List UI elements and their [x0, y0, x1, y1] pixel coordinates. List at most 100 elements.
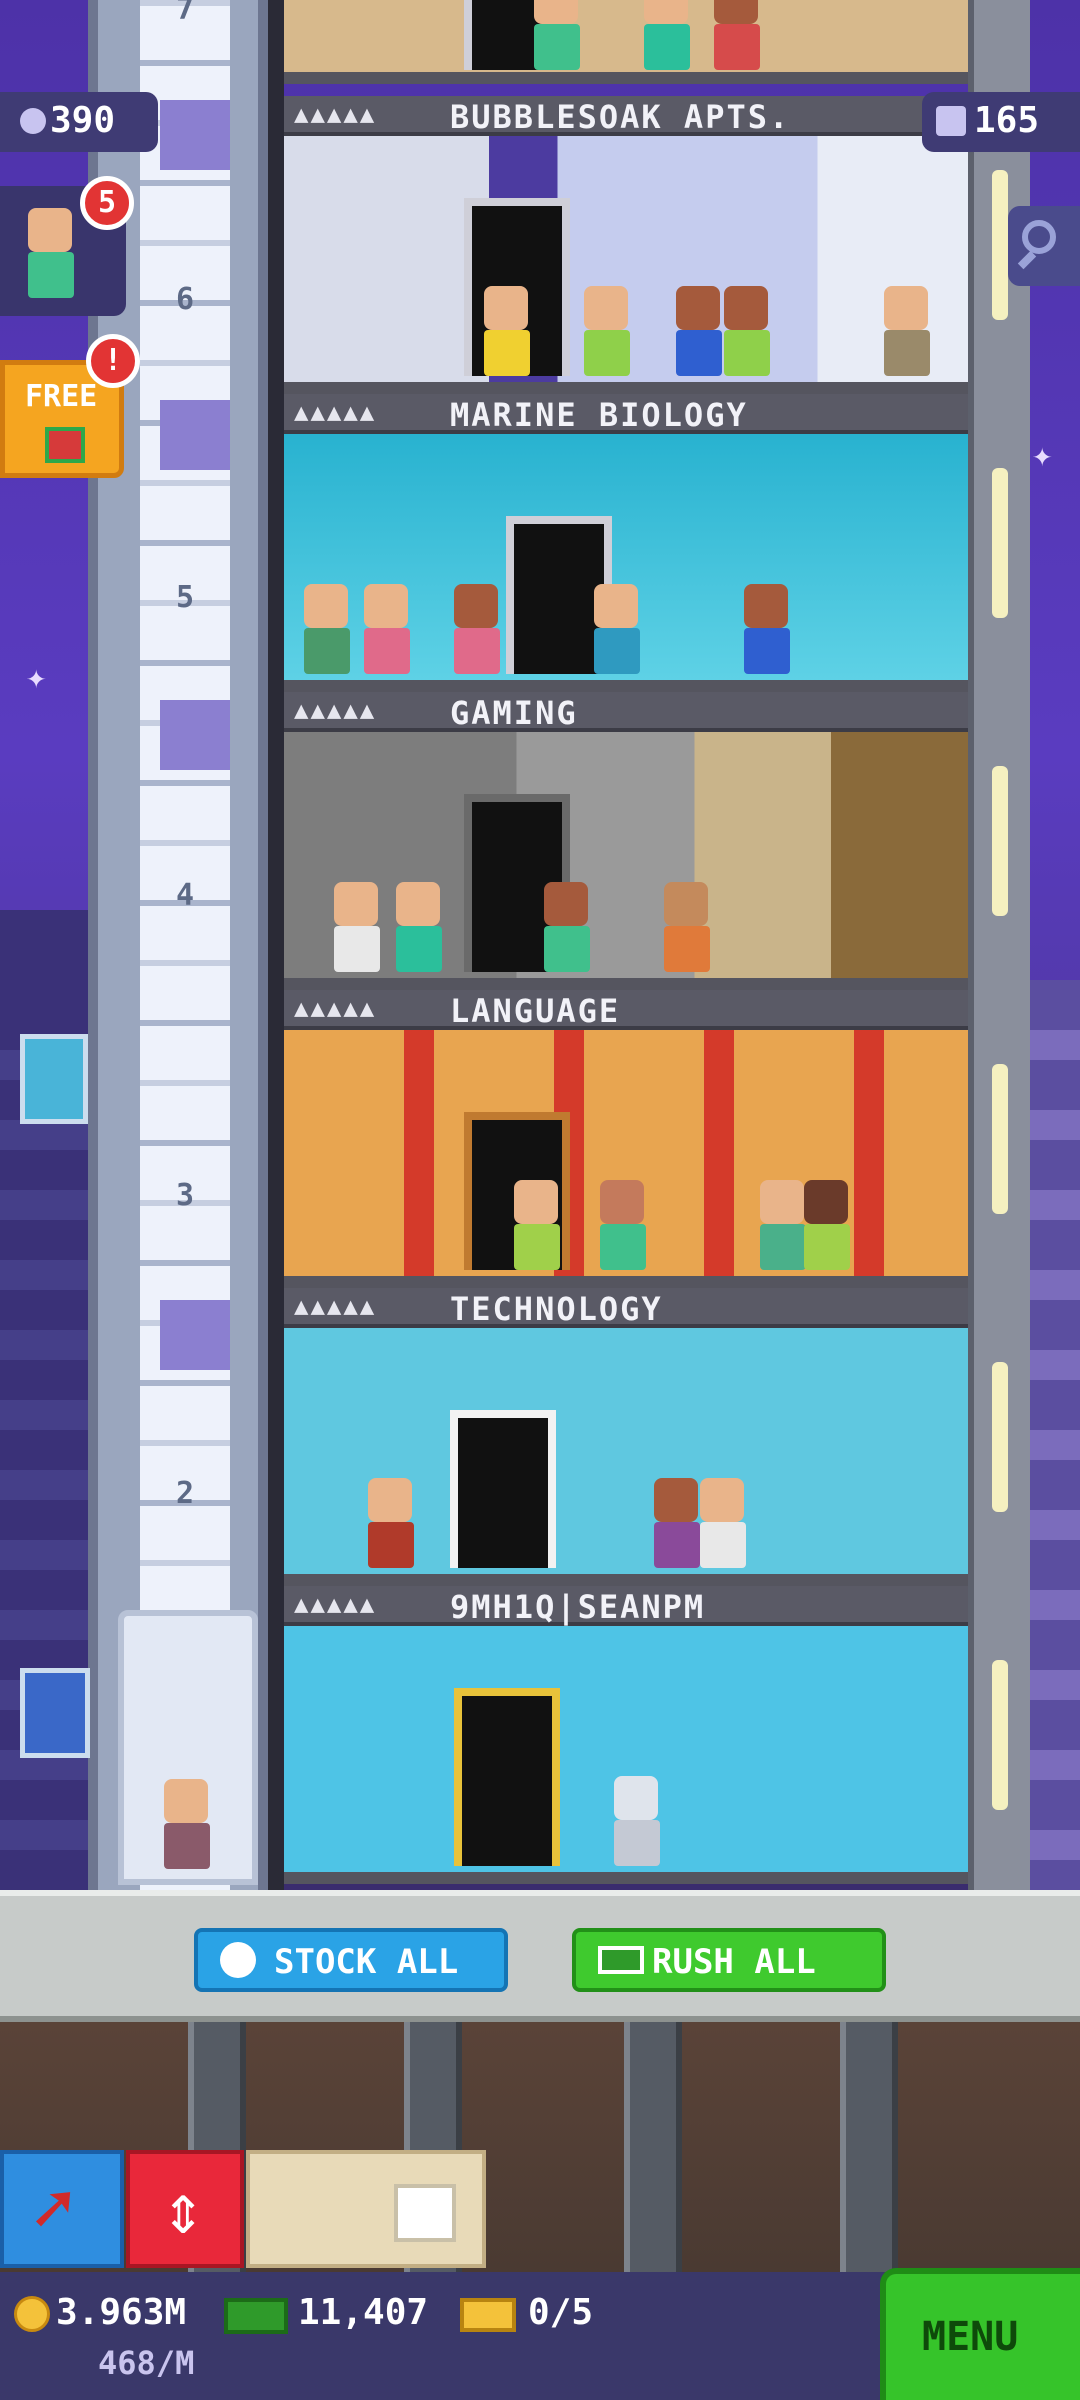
coins-rate: 468/M: [98, 2344, 195, 2382]
ticket-icon: [460, 2298, 516, 2332]
floor-room: [284, 1030, 968, 1280]
population-counter[interactable]: 390: [0, 92, 158, 152]
floor-number: 6: [175, 282, 195, 317]
floor-marine-biology[interactable]: ▲▲▲▲▲ MARINE BIOLOGY: [284, 394, 968, 692]
floor-stars: ▲▲▲▲▲: [294, 100, 377, 128]
floor-lobby[interactable]: ▲▲▲▲▲ 9MH1Q|SEANPM: [284, 1586, 968, 1884]
shaft-panel: [160, 1300, 230, 1370]
move-tool-button[interactable]: ➚: [0, 2150, 124, 2268]
floor-title-bar: ▲▲▲▲▲ MARINE BIOLOGY: [284, 394, 968, 434]
rush-all-button[interactable]: RUSH ALL: [572, 1928, 886, 1992]
floor-name: 9MH1Q|SEANPM: [450, 1588, 706, 1626]
resident[interactable]: [534, 0, 580, 70]
floor-bubblesoak-apts[interactable]: ▲▲▲▲▲ BUBBLESOAK APTS.: [284, 96, 968, 394]
floor-counter[interactable]: 165: [922, 92, 1080, 152]
fries-billboard-icon: [20, 1034, 88, 1124]
resident[interactable]: [584, 286, 630, 376]
resident[interactable]: [544, 882, 590, 972]
wall-light: [992, 766, 1008, 916]
tickets-value: 0/5: [528, 2292, 594, 2333]
floor-7[interactable]: [284, 0, 968, 84]
resident[interactable]: [454, 584, 500, 674]
menu-label: MENU: [922, 2314, 1019, 2360]
basement-pillar: [840, 2022, 898, 2272]
floor-name: LANGUAGE: [450, 992, 621, 1030]
floor-title-bar: ▲▲▲▲▲ 9MH1Q|SEANPM: [284, 1586, 968, 1626]
floor-base: [284, 1574, 968, 1586]
floor-stars: ▲▲▲▲▲: [294, 1590, 377, 1618]
resident[interactable]: [644, 0, 690, 70]
floor-title-bar: ▲▲▲▲▲ BUBBLESOAK APTS.: [284, 96, 968, 136]
search-icon-handle: [1017, 250, 1037, 270]
floor-room: [284, 732, 968, 982]
floor-base: [284, 382, 968, 394]
floor-number: 3: [175, 1178, 195, 1213]
resident[interactable]: [760, 1180, 806, 1270]
floor-number: 4: [175, 878, 195, 913]
floor-language[interactable]: ▲▲▲▲▲ LANGUAGE: [284, 990, 968, 1288]
floor-stars: ▲▲▲▲▲: [294, 696, 377, 724]
floor-base: [284, 1872, 968, 1884]
billboard-screen-icon: [20, 1668, 90, 1758]
coin-icon: [14, 2296, 50, 2332]
resident[interactable]: [884, 286, 930, 376]
resident[interactable]: [364, 584, 410, 674]
floor-name: GAMING: [450, 694, 578, 732]
shaft-panel: [160, 100, 230, 170]
floor-room: [284, 136, 968, 386]
up-down-arrows-icon: ⇕: [162, 2168, 205, 2250]
bux-icon: [224, 2298, 288, 2334]
resident[interactable]: [724, 286, 770, 376]
floor-name: TECHNOLOGY: [450, 1290, 663, 1328]
floor-name: MARINE BIOLOGY: [450, 396, 748, 434]
floor-room: [284, 1626, 968, 1876]
resident[interactable]: [594, 584, 640, 674]
city-windows-left: [0, 1010, 90, 1890]
arrow-pointer-icon: ➚: [32, 2168, 75, 2250]
resident[interactable]: [804, 1180, 850, 1270]
search-button[interactable]: [1008, 206, 1080, 286]
robot-resident[interactable]: [614, 1776, 660, 1866]
floor-room: [284, 1328, 968, 1578]
floor-base: [284, 680, 968, 692]
floor-stars: ▲▲▲▲▲: [294, 1292, 377, 1320]
floor-title-bar: ▲▲▲▲▲ GAMING: [284, 692, 968, 732]
elevator-passenger[interactable]: [164, 1779, 210, 1869]
free-label: FREE: [25, 379, 98, 414]
shaft-panel: [160, 400, 230, 470]
resident[interactable]: [600, 1180, 646, 1270]
box-icon: [394, 2184, 456, 2242]
coins-value: 3.963M: [56, 2292, 187, 2333]
wall-light: [992, 1362, 1008, 1512]
stock-all-label: STOCK ALL: [274, 1942, 459, 1982]
floor-technology[interactable]: ▲▲▲▲▲ TECHNOLOGY: [284, 1288, 968, 1586]
floor-gaming[interactable]: ▲▲▲▲▲ GAMING: [284, 692, 968, 990]
tower-column: [268, 0, 284, 1890]
floor-base: [284, 1276, 968, 1288]
build-floor-button[interactable]: [246, 2150, 486, 2268]
resident[interactable]: [334, 882, 380, 972]
floor-base: [284, 978, 968, 990]
resident[interactable]: [484, 286, 530, 376]
gift-icon: [45, 427, 85, 463]
resident[interactable]: [396, 882, 442, 972]
floor-title-bar: ▲▲▲▲▲ TECHNOLOGY: [284, 1288, 968, 1328]
resident[interactable]: [700, 1478, 746, 1568]
resident[interactable]: [654, 1478, 700, 1568]
floor-number: 5: [175, 580, 195, 615]
resident[interactable]: [676, 286, 722, 376]
elevator-car[interactable]: [118, 1610, 258, 1885]
resident[interactable]: [368, 1478, 414, 1568]
shaft-panel: [160, 700, 230, 770]
resident[interactable]: [514, 1180, 560, 1270]
elevator-tool-button[interactable]: ⇕: [126, 2150, 244, 2268]
resident[interactable]: [744, 584, 790, 674]
population-value: 390: [50, 100, 116, 141]
population-icon: [20, 108, 46, 134]
stock-all-button[interactable]: STOCK ALL: [194, 1928, 508, 1992]
menu-button[interactable]: MENU: [880, 2268, 1080, 2400]
star-icon: ✦: [26, 657, 47, 697]
resident[interactable]: [714, 0, 760, 70]
resident[interactable]: [664, 882, 710, 972]
resident[interactable]: [304, 584, 350, 674]
